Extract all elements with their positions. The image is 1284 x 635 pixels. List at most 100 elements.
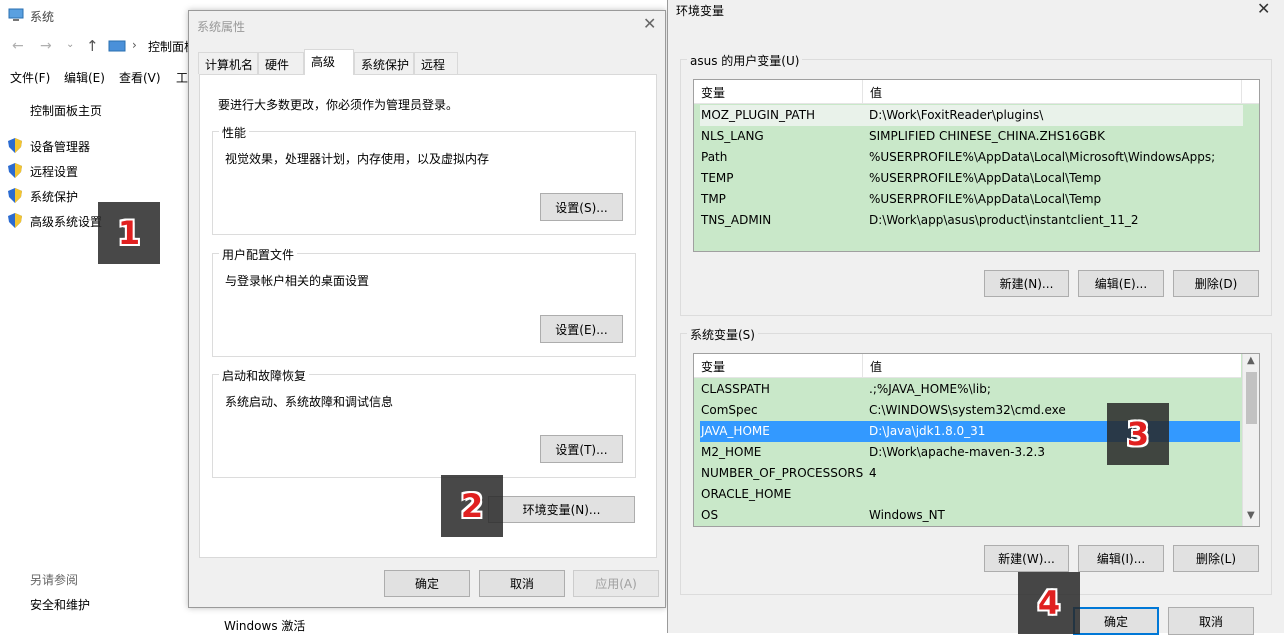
row-variable: TMP [701, 192, 726, 206]
user-delete-button[interactable]: 删除(D) [1173, 270, 1259, 297]
row-value: %USERPROFILE%\AppData\Local\Temp [869, 192, 1102, 206]
row-variable: NUMBER_OF_PROCESSORS [701, 466, 864, 480]
startup-recovery-desc: 系统启动、系统故障和调试信息 [225, 395, 394, 409]
system-variables-list[interactable]: 变量 值 ▲ ▼ CLASSPATH .;%JAVA_HOME%\lib; Co… [693, 353, 1260, 527]
tab-system-protection[interactable]: 系统保护 [354, 52, 414, 74]
system-edit-button[interactable]: 编辑(I)... [1078, 545, 1164, 572]
ok-button[interactable]: 确定 [384, 570, 470, 597]
advanced-tab-panel: 要进行大多数更改，你必须作为管理员登录。 性能 视觉效果，处理器计划，内存使用，… [199, 74, 657, 558]
scroll-down-icon[interactable]: ▼ [1247, 510, 1255, 521]
row-variable: OS [701, 508, 719, 522]
computer-icon [8, 8, 24, 21]
close-icon[interactable]: ✕ [643, 14, 656, 33]
user-profile-settings-button[interactable]: 设置(E)... [540, 315, 623, 343]
apply-button[interactable]: 应用(A) [573, 570, 659, 597]
table-row[interactable]: Path %USERPROFILE%\AppData\Local\Microso… [700, 147, 1243, 168]
dialog-title: 系统属性 [197, 20, 246, 34]
table-row[interactable]: OS Windows_NT [700, 505, 1240, 526]
forward-arrow-icon[interactable]: → [40, 38, 52, 54]
column-header-variable[interactable]: 变量 [701, 358, 725, 375]
table-row[interactable]: MOZ_PLUGIN_PATH D:\Work\FoxitReader\plug… [700, 105, 1243, 126]
row-variable: MOZ_PLUGIN_PATH [701, 108, 816, 122]
up-arrow-icon[interactable]: ↑ [86, 37, 99, 55]
close-icon[interactable]: ✕ [1257, 0, 1270, 18]
sidebar-item-system-protection[interactable]: 系统保护 [30, 188, 78, 205]
tab-advanced[interactable]: 高级 [304, 49, 354, 75]
startup-settings-button[interactable]: 设置(T)... [540, 435, 623, 463]
row-value: D:\Work\app\asus\product\instantclient_1… [869, 213, 1139, 227]
row-variable: ORACLE_HOME [701, 487, 792, 501]
row-variable: ComSpec [701, 403, 758, 417]
system-delete-button[interactable]: 删除(L) [1173, 545, 1259, 572]
tab-hardware[interactable]: 硬件 [258, 52, 304, 74]
security-maintenance-link[interactable]: 安全和维护 [30, 596, 90, 613]
user-new-button[interactable]: 新建(N)... [984, 270, 1069, 297]
list-header: 变量 值 [694, 80, 1259, 104]
step-marker-1: 1 [98, 202, 160, 264]
control-panel-icon [108, 40, 126, 52]
step-marker-3: 3 [1107, 403, 1169, 465]
row-variable: Path [701, 150, 728, 164]
tab-remote[interactable]: 远程 [414, 52, 458, 74]
shield-icon [8, 213, 22, 228]
sidebar-item-remote-settings[interactable]: 远程设置 [30, 163, 78, 180]
scrollbar-thumb[interactable] [1246, 372, 1257, 424]
column-header-value[interactable]: 值 [870, 84, 882, 101]
column-header-variable[interactable]: 变量 [701, 84, 725, 101]
env-cancel-button[interactable]: 取消 [1168, 607, 1254, 635]
user-variables-list[interactable]: 变量 值 MOZ_PLUGIN_PATH D:\Work\FoxitReader… [693, 79, 1260, 252]
performance-group: 性能 视觉效果，处理器计划，内存使用，以及虚拟内存 设置(S)... [212, 124, 636, 235]
menu-tools[interactable]: 工 [176, 69, 188, 86]
row-variable: TNS_ADMIN [701, 213, 772, 227]
system-new-button[interactable]: 新建(W)... [984, 545, 1069, 572]
cp-menubar: 文件(F) 编辑(E) 查看(V) 工 [0, 66, 200, 88]
menu-view[interactable]: 查看(V) [119, 69, 161, 86]
shield-icon [8, 188, 22, 203]
row-value: D:\Work\FoxitReader\plugins\ [869, 108, 1044, 122]
user-edit-button[interactable]: 编辑(E)... [1078, 270, 1164, 297]
table-row[interactable]: NLS_LANG SIMPLIFIED CHINESE_CHINA.ZHS16G… [700, 126, 1243, 147]
sidebar-item-device-manager[interactable]: 设备管理器 [30, 138, 90, 155]
row-value: %USERPROFILE%\AppData\Local\Temp [869, 171, 1102, 185]
tab-computer-name[interactable]: 计算机名 [198, 52, 258, 74]
back-arrow-icon[interactable]: ← [12, 38, 24, 54]
row-variable: JAVA_HOME [701, 424, 770, 438]
table-row[interactable]: TNS_ADMIN D:\Work\app\asus\product\insta… [700, 210, 1243, 231]
startup-recovery-group: 启动和故障恢复 系统启动、系统故障和调试信息 设置(T)... [212, 367, 636, 478]
environment-variables-button[interactable]: 环境变量(N)... [488, 496, 635, 523]
control-panel-window: 系统 ← → ⌄ ↑ › 控制面板 文件(F) 编辑(E) 查看(V) 工 控制… [0, 0, 200, 633]
table-row[interactable]: TMP %USERPROFILE%\AppData\Local\Temp [700, 189, 1243, 210]
menu-file[interactable]: 文件(F) [10, 69, 50, 86]
table-row[interactable]: CLASSPATH .;%JAVA_HOME%\lib; [700, 379, 1240, 400]
chevron-down-icon[interactable]: ⌄ [66, 39, 74, 50]
performance-title: 性能 [219, 124, 250, 141]
menu-edit[interactable]: 编辑(E) [64, 69, 105, 86]
cp-home-link[interactable]: 控制面板主页 [30, 102, 102, 119]
row-value: Windows_NT [869, 508, 945, 522]
row-variable: CLASSPATH [701, 382, 770, 396]
system-variables-title: 系统变量(S) [687, 326, 758, 343]
scrollbar[interactable]: ▲ ▼ [1242, 354, 1259, 526]
row-value: .;%JAVA_HOME%\lib; [869, 382, 991, 396]
table-row[interactable]: ORACLE_HOME [700, 484, 1240, 505]
env-ok-button[interactable]: 确定 [1073, 607, 1159, 635]
row-value: SIMPLIFIED CHINESE_CHINA.ZHS16GBK [869, 129, 1106, 143]
row-value: 4 [869, 466, 877, 480]
table-row[interactable]: NUMBER_OF_PROCESSORS 4 [700, 463, 1240, 484]
step-marker-2: 2 [441, 475, 503, 537]
user-profile-group: 用户配置文件 与登录帐户相关的桌面设置 设置(E)... [212, 246, 636, 357]
table-row[interactable]: TEMP %USERPROFILE%\AppData\Local\Temp [700, 168, 1243, 189]
env-dialog-title: 环境变量 [676, 4, 725, 18]
system-properties-dialog: 系统属性 ✕ 计算机名 硬件 高级 系统保护 远程 要进行大多数更改，你必须作为… [188, 10, 666, 608]
row-value: C:\WINDOWS\system32\cmd.exe [869, 403, 1066, 417]
row-value: %USERPROFILE%\AppData\Local\Microsoft\Wi… [869, 150, 1216, 164]
cp-address-bar: ← → ⌄ ↑ › 控制面板 [0, 34, 200, 60]
column-header-value[interactable]: 值 [870, 358, 882, 375]
performance-settings-button[interactable]: 设置(S)... [540, 193, 623, 221]
breadcrumb-chevron-icon: › [132, 38, 137, 52]
startup-recovery-title: 启动和故障恢复 [219, 367, 310, 384]
scroll-up-icon[interactable]: ▲ [1247, 355, 1255, 366]
cancel-button[interactable]: 取消 [479, 570, 565, 597]
row-value: D:\Java\jdk1.8.0_31 [869, 424, 986, 438]
sidebar-item-advanced-settings[interactable]: 高级系统设置 [30, 213, 102, 230]
